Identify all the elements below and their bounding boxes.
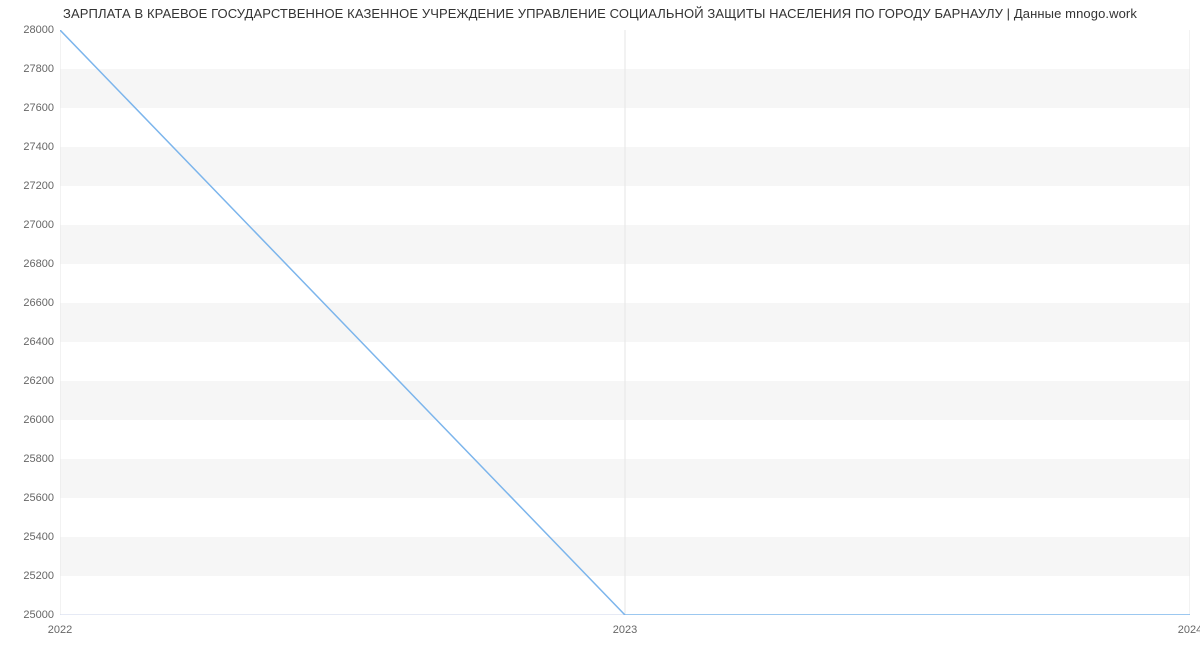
chart-svg xyxy=(60,30,1190,615)
y-tick-label: 26800 xyxy=(0,258,54,270)
y-tick-label: 28000 xyxy=(0,24,54,36)
y-tick-label: 25200 xyxy=(0,570,54,582)
y-tick-label: 27800 xyxy=(0,63,54,75)
chart-container: ЗАРПЛАТА В КРАЕВОЕ ГОСУДАРСТВЕННОЕ КАЗЕН… xyxy=(0,0,1200,650)
y-tick-label: 26400 xyxy=(0,336,54,348)
y-tick-label: 25800 xyxy=(0,453,54,465)
y-tick-label: 26200 xyxy=(0,375,54,387)
x-tick-label: 2022 xyxy=(48,624,72,636)
y-tick-label: 26000 xyxy=(0,414,54,426)
y-tick-label: 27200 xyxy=(0,180,54,192)
plot-area xyxy=(60,30,1190,615)
y-tick-label: 27600 xyxy=(0,102,54,114)
y-tick-label: 25400 xyxy=(0,531,54,543)
x-tick-label: 2023 xyxy=(613,624,637,636)
y-tick-label: 25600 xyxy=(0,492,54,504)
y-tick-label: 27400 xyxy=(0,141,54,153)
x-tick-label: 2024 xyxy=(1178,624,1200,636)
y-tick-label: 26600 xyxy=(0,297,54,309)
y-tick-label: 25000 xyxy=(0,609,54,621)
y-tick-label: 27000 xyxy=(0,219,54,231)
chart-title: ЗАРПЛАТА В КРАЕВОЕ ГОСУДАРСТВЕННОЕ КАЗЕН… xyxy=(0,6,1200,21)
